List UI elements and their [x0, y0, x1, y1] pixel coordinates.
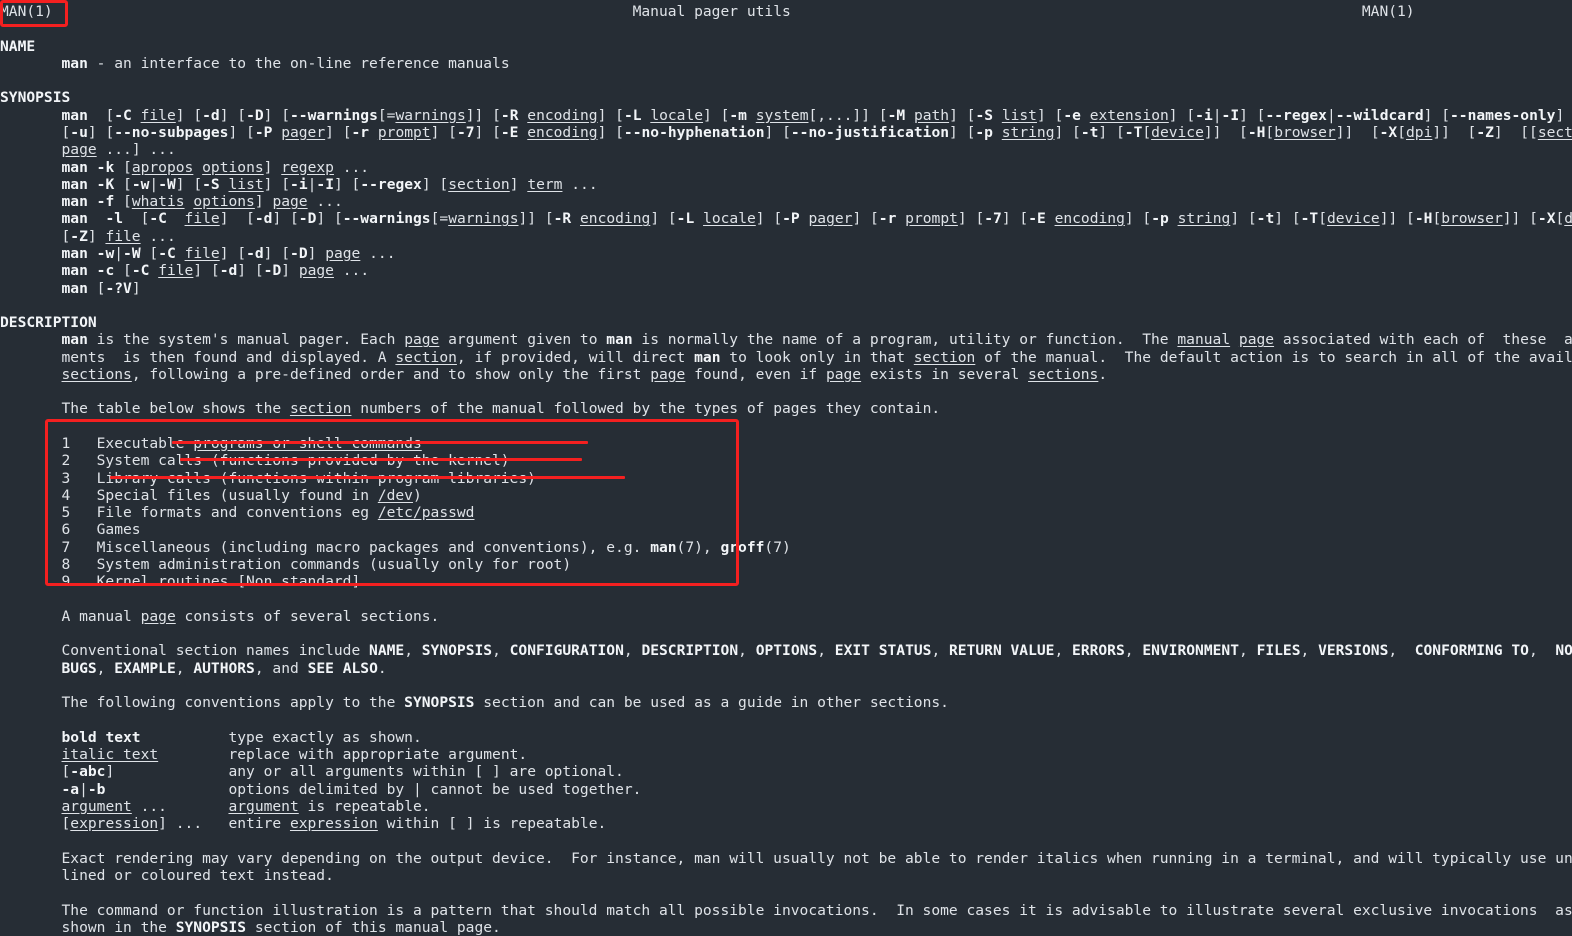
section-heading-name: NAME [0, 37, 36, 55]
section-heading-description: DESCRIPTION [0, 314, 97, 332]
section-heading-synopsis: SYNOPSIS [0, 89, 71, 107]
header-center-label: Manual pager utils [632, 3, 791, 20]
name-command: man [61, 54, 88, 72]
man-page-content: MAN(1) Manual pager utils MAN(1) NAME ma… [0, 3, 1572, 936]
terminal-window: MAN(1) Manual pager utils MAN(1) NAME ma… [0, 0, 1572, 936]
man-page-header: MAN(1) Manual pager utils MAN(1) [0, 3, 1572, 20]
header-right-label: MAN(1) [1361, 3, 1415, 20]
header-left-label: MAN(1) [0, 3, 53, 20]
